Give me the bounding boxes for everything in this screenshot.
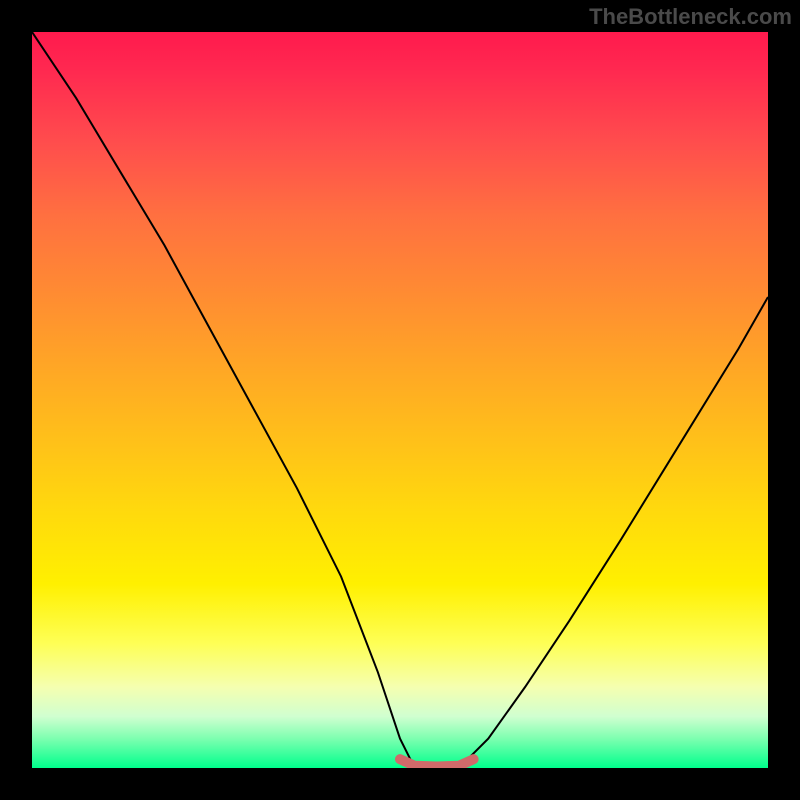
chart-svg <box>32 32 768 768</box>
watermark-text: TheBottleneck.com <box>589 4 792 30</box>
left-curve-line <box>32 32 415 768</box>
valley-highlight-line <box>400 759 474 766</box>
chart-gradient-background <box>32 32 768 768</box>
right-curve-line <box>459 297 768 768</box>
